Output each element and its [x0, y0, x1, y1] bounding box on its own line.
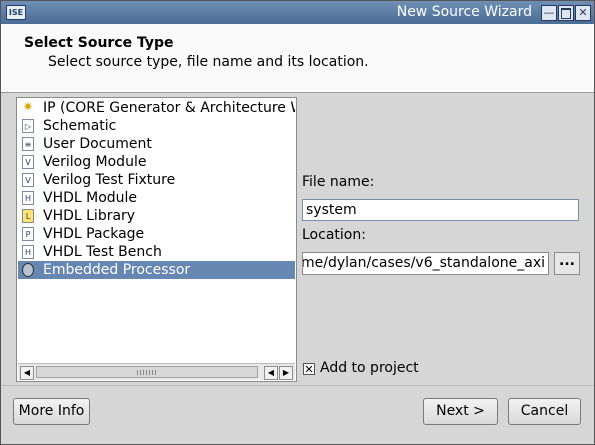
- source-type-list[interactable]: ✷ IP (CORE Generator & Architecture Wiza…: [16, 97, 297, 382]
- list-item-label: Verilog Test Fixture: [43, 172, 176, 188]
- list-item-verilog-test-fixture[interactable]: V Verilog Test Fixture: [18, 171, 295, 189]
- browse-location-button[interactable]: ...: [554, 252, 580, 275]
- list-item-embedded-processor[interactable]: Embedded Processor: [18, 261, 295, 279]
- scroll-left-arrow-icon[interactable]: ◀: [20, 366, 34, 380]
- window-title: New Source Wizard: [396, 4, 532, 20]
- scrollbar-thumb[interactable]: [36, 366, 258, 378]
- list-item-vhdl-library[interactable]: L VHDL Library: [18, 207, 295, 225]
- processor-icon: [22, 263, 34, 277]
- vhdl-module-icon: H: [22, 191, 34, 205]
- list-item-label: Schematic: [43, 118, 117, 134]
- verilog-module-icon: V: [22, 155, 34, 169]
- list-item-label: Verilog Module: [43, 154, 147, 170]
- vhdl-library-icon: L: [22, 209, 34, 223]
- list-item-vhdl-package[interactable]: P VHDL Package: [18, 225, 295, 243]
- list-item-vhdl-module[interactable]: H VHDL Module: [18, 189, 295, 207]
- cancel-button[interactable]: Cancel: [508, 398, 581, 425]
- scrollbar-grip-icon: [137, 370, 157, 375]
- list-item-label: IP (CORE Generator & Architecture Wizard…: [43, 100, 295, 116]
- list-item-label: Embedded Processor: [43, 262, 191, 278]
- list-item-label: VHDL Module: [43, 190, 138, 206]
- title-bar[interactable]: ISE New Source Wizard — ✕: [1, 1, 594, 24]
- list-item-vhdl-test-bench[interactable]: H VHDL Test Bench: [18, 243, 295, 261]
- list-item-verilog-module[interactable]: V Verilog Module: [18, 153, 295, 171]
- vhdl-package-icon: P: [22, 227, 34, 241]
- page-description: Select source type, file name and its lo…: [48, 54, 369, 70]
- location-label: Location:: [302, 227, 366, 243]
- list-item-user-document[interactable]: ≡ User Document: [18, 135, 295, 153]
- list-item-schematic[interactable]: ▷ Schematic: [18, 117, 295, 135]
- document-icon: ≡: [22, 137, 34, 151]
- lightbulb-icon: ✷: [22, 100, 34, 115]
- maximize-icon: [561, 8, 571, 19]
- scroll-right-end-arrow-icon[interactable]: ▶: [279, 366, 293, 380]
- list-item-ip-core[interactable]: ✷ IP (CORE Generator & Architecture Wiza…: [18, 99, 295, 117]
- list-item-label: VHDL Package: [43, 226, 145, 242]
- file-name-input[interactable]: [302, 199, 579, 221]
- minimize-button[interactable]: —: [541, 5, 557, 21]
- list-item-label: VHDL Library: [43, 208, 136, 224]
- footer-divider: [1, 385, 594, 386]
- verilog-test-fixture-icon: V: [22, 173, 34, 187]
- close-button[interactable]: ✕: [575, 5, 591, 21]
- wizard-header: Select Source Type Select source type, f…: [1, 24, 594, 93]
- more-info-button[interactable]: More Info: [13, 398, 90, 425]
- location-input[interactable]: /home/dylan/cases/v6_standalone_axi: [302, 252, 549, 275]
- source-type-list-viewport: ✷ IP (CORE Generator & Architecture Wiza…: [17, 98, 296, 362]
- add-to-project-label[interactable]: Add to project: [320, 360, 419, 376]
- next-button[interactable]: Next >: [423, 398, 498, 425]
- page-title: Select Source Type: [24, 35, 174, 51]
- file-name-label-text: File name:: [302, 174, 375, 190]
- list-item-label: User Document: [43, 136, 152, 152]
- scroll-right-arrow-icon[interactable]: ◀: [264, 366, 278, 380]
- vhdl-test-bench-icon: H: [22, 245, 34, 259]
- file-name-label: File name:: [302, 174, 374, 190]
- maximize-button[interactable]: [558, 5, 574, 21]
- location-value: /home/dylan/cases/v6_standalone_axi: [302, 255, 545, 271]
- add-to-project-checkbox[interactable]: ✕: [303, 363, 315, 375]
- new-source-wizard-window: ISE New Source Wizard — ✕ Select Source …: [0, 0, 595, 445]
- list-item-label: VHDL Test Bench: [43, 244, 162, 260]
- horizontal-scrollbar[interactable]: ◀ ◀ ▶: [18, 363, 295, 380]
- location-label-text: Location:: [302, 227, 366, 243]
- schematic-icon: ▷: [22, 119, 34, 133]
- ise-app-icon: ISE: [6, 5, 26, 20]
